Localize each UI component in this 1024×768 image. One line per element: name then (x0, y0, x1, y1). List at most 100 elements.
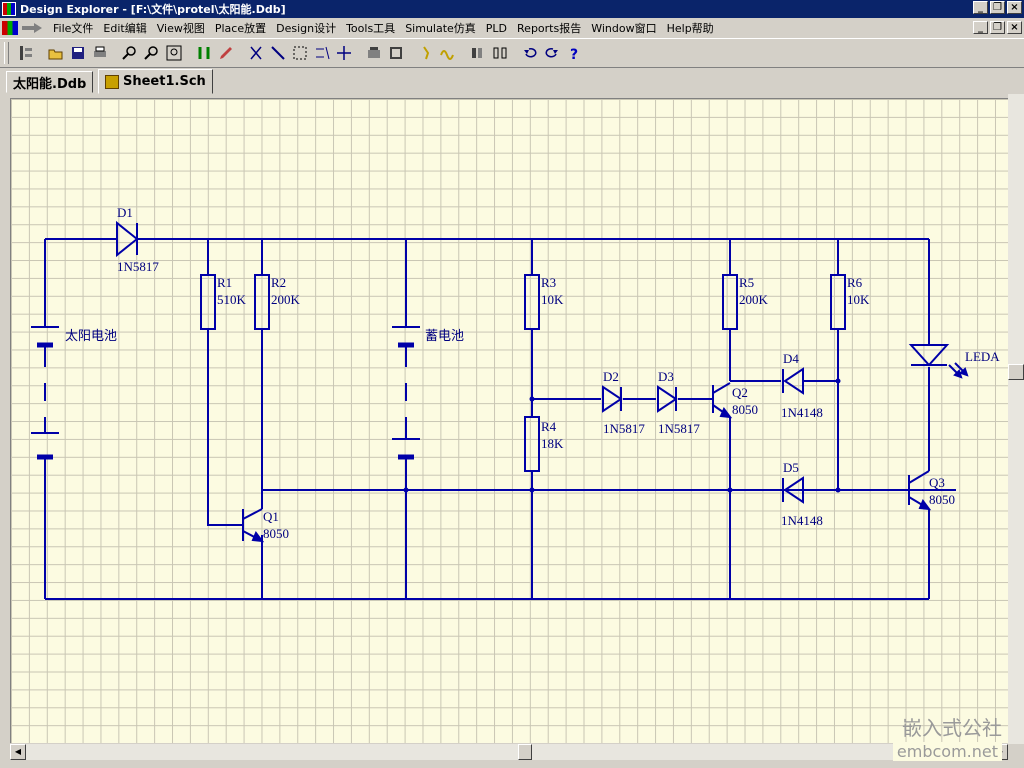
r3-value: 10K (541, 292, 564, 307)
svg-text:?: ? (570, 47, 578, 61)
menu-edit[interactable]: Edit编辑 (98, 20, 151, 36)
menu-file[interactable]: File文件 (48, 20, 98, 36)
vertical-scroll-thumb[interactable] (1008, 364, 1024, 380)
app-window: Design Explorer - [F:\文件\protel\太阳能.Ddb]… (0, 0, 1024, 768)
junction (835, 487, 841, 493)
menu-tools[interactable]: Tools工具 (341, 20, 400, 36)
zoom-fit-icon[interactable] (164, 43, 184, 63)
doc-restore-button[interactable]: ❐ (990, 21, 1005, 34)
deselect-icon[interactable] (312, 43, 332, 63)
tab-database-label: 太阳能.Ddb (13, 76, 87, 92)
watermark-cn: 嵌入式公社 (902, 716, 1002, 740)
waveform-icon[interactable] (438, 43, 458, 63)
menu-bar: File文件 Edit编辑 View视图 Place放置 Design设计 To… (0, 18, 1024, 38)
r5-value: 200K (739, 292, 769, 307)
menu-help[interactable]: Help帮助 (662, 20, 719, 36)
resistor-r6[interactable] (830, 274, 846, 330)
cut-icon[interactable] (246, 43, 266, 63)
window-title: Design Explorer - [F:\文件\protel\太阳能.Ddb] (20, 3, 286, 16)
r2-ref: R2 (271, 275, 286, 290)
netlist-icon[interactable] (490, 43, 510, 63)
q2-ref: Q2 (732, 385, 748, 400)
menu-view[interactable]: View视图 (152, 20, 210, 36)
menu-reports[interactable]: Reports报告 (512, 20, 586, 36)
r3-ref: R3 (541, 275, 556, 290)
resistor-r4[interactable] (524, 416, 540, 472)
led-leda[interactable] (908, 344, 969, 379)
horizontal-scrollbar[interactable]: ◀ ▶ (10, 744, 1008, 760)
transistor-q1[interactable] (242, 508, 265, 543)
d4-value: 1N4148 (781, 405, 823, 420)
junction (529, 487, 535, 493)
design-manager-icon[interactable] (16, 43, 36, 63)
pencil-icon[interactable] (216, 43, 236, 63)
resistor-r1[interactable] (200, 274, 216, 330)
close-button[interactable]: × (1007, 1, 1022, 14)
menu-pld[interactable]: PLD (481, 22, 512, 35)
tab-sheet1[interactable]: Sheet1.Sch (98, 69, 213, 94)
scroll-left-button[interactable]: ◀ (10, 744, 26, 760)
d2-ref: D2 (603, 369, 619, 384)
toolbar-grip[interactable] (4, 42, 9, 64)
explorer-arrow-icon[interactable] (22, 23, 42, 33)
r2-value: 200K (271, 292, 301, 307)
save-icon[interactable] (68, 43, 88, 63)
resistor-r5[interactable] (722, 274, 738, 330)
redo-icon[interactable] (542, 43, 562, 63)
menu-design[interactable]: Design设计 (271, 20, 341, 36)
schematic-sheet[interactable]: D1 1N5817 R1 510K R2 200K R3 10K R4 18K … (10, 98, 1009, 743)
library-icon[interactable] (364, 43, 384, 63)
document-tabs: 太阳能.Ddb Sheet1.Sch (0, 68, 1024, 94)
menu-window[interactable]: Window窗口 (586, 20, 661, 36)
r4-value: 18K (541, 436, 564, 451)
d5-ref: D5 (783, 460, 799, 475)
r6-value: 10K (847, 292, 870, 307)
paste-icon[interactable] (268, 43, 288, 63)
probe-icon[interactable] (416, 43, 436, 63)
document-icon[interactable] (2, 21, 18, 35)
d3-value: 1N5817 (658, 421, 700, 436)
browse-library-icon[interactable] (386, 43, 406, 63)
diode-d1[interactable] (116, 220, 139, 258)
resistor-r3[interactable] (524, 274, 540, 330)
help-icon[interactable]: ? (564, 43, 584, 63)
diode-d2[interactable] (602, 385, 623, 413)
diode-d3[interactable] (657, 385, 678, 413)
zoom-in-icon[interactable] (120, 43, 140, 63)
tab-database[interactable]: 太阳能.Ddb (6, 71, 94, 93)
doc-minimize-button[interactable]: _ (973, 21, 988, 34)
menu-place[interactable]: Place放置 (210, 20, 271, 36)
junction (727, 487, 733, 493)
restore-button[interactable]: ❐ (990, 1, 1005, 14)
resistor-r2[interactable] (254, 274, 270, 330)
undo-icon[interactable] (520, 43, 540, 63)
d3-ref: D3 (658, 369, 674, 384)
vertical-scrollbar[interactable] (1008, 94, 1024, 744)
schematic-diagram: D1 1N5817 R1 510K R2 200K R3 10K R4 18K … (31, 205, 1000, 600)
r6-ref: R6 (847, 275, 863, 290)
diode-d4[interactable] (782, 367, 804, 395)
zoom-out-icon[interactable] (142, 43, 162, 63)
d1-ref: D1 (117, 205, 133, 220)
print-icon[interactable] (90, 43, 110, 63)
junction (529, 396, 535, 402)
select-icon[interactable] (290, 43, 310, 63)
doc-close-button[interactable]: × (1007, 21, 1022, 34)
hierarchy-icon[interactable] (194, 43, 214, 63)
q3-value: 8050 (929, 492, 955, 507)
horizontal-scroll-thumb[interactable] (518, 744, 532, 760)
toolbar: ? (0, 38, 1024, 68)
q3-ref: Q3 (929, 475, 945, 490)
r1-value: 510K (217, 292, 247, 307)
transistor-q2[interactable] (712, 382, 733, 419)
q1-ref: Q1 (263, 509, 279, 524)
r4-ref: R4 (541, 419, 557, 434)
move-icon[interactable] (334, 43, 354, 63)
solar-battery-label: 太阳电池 (65, 329, 117, 344)
minimize-button[interactable]: _ (973, 1, 988, 14)
menu-simulate[interactable]: Simulate仿真 (400, 20, 481, 36)
q1-value: 8050 (263, 526, 289, 541)
compile-icon[interactable] (468, 43, 488, 63)
storage-battery-label: 蓄电池 (425, 329, 464, 344)
open-icon[interactable] (46, 43, 66, 63)
